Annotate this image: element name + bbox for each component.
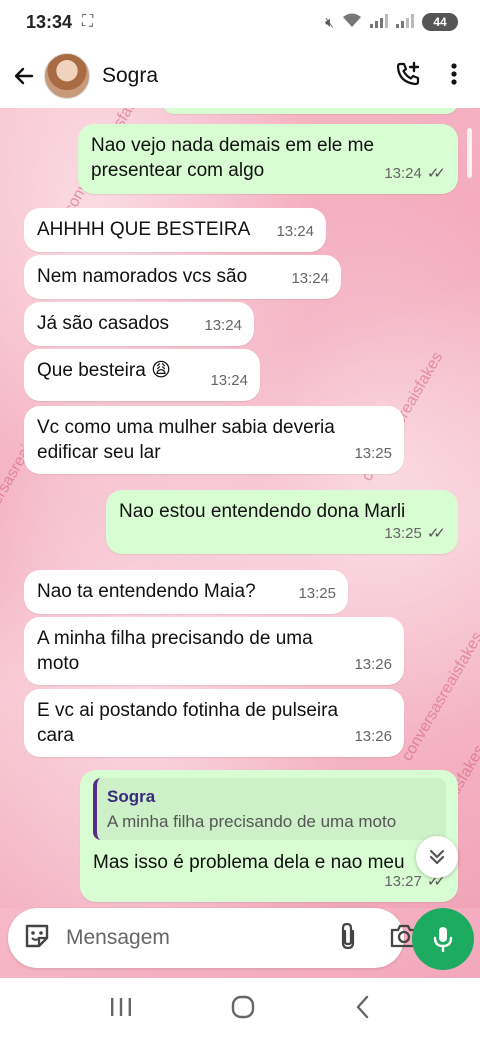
message-bubble-outgoing-reply[interactable]: Sogra A minha filha precisando de uma mo… [80, 770, 458, 902]
message-time: 13:24 [384, 165, 422, 182]
screen-record-icon: ⛶ [82, 13, 94, 30]
message-bubble-incoming[interactable]: E vc ai postando fotinha de pulseira car… [24, 689, 404, 757]
contact-name[interactable]: Sogra [102, 64, 158, 88]
message-text: AHHHH QUE BESTEIRA [37, 219, 251, 240]
sticker-icon[interactable] [22, 921, 52, 956]
message-text: Já são casados [37, 313, 170, 334]
arrow-left-icon[interactable] [10, 62, 38, 90]
add-call-icon[interactable] [394, 60, 422, 93]
wifi-icon [342, 13, 362, 32]
message-input[interactable] [66, 926, 337, 950]
message-bubble-incoming[interactable]: Nao ta entendendo Maia? 13:25 [24, 570, 348, 614]
double-chevron-down-icon[interactable] [416, 836, 458, 878]
message-text: Nao estou entendendo dona Marli [119, 501, 406, 522]
message-text: E vc ai postando fotinha de pulseira car… [37, 700, 339, 746]
home-icon[interactable] [230, 994, 256, 1025]
message-bubble-incoming[interactable]: Nem namorados vcs são 13:24 [24, 255, 341, 299]
message-time: 13:24 [291, 270, 329, 287]
quoted-message[interactable]: Sogra A minha filha precisando de uma mo… [93, 778, 446, 840]
message-time: 13:26 [354, 728, 392, 745]
quoted-text: A minha filha precisando de uma moto [107, 812, 397, 831]
composer [0, 908, 480, 970]
status-icons: 🔇︎ 44 [325, 13, 458, 32]
contact-avatar[interactable] [44, 53, 90, 99]
message-text: A minha filha precisando de uma moto [37, 628, 313, 674]
paperclip-icon[interactable] [337, 921, 359, 956]
message-text: Nao vejo nada demais em ele me presentea… [91, 135, 375, 181]
message-time: 13:25 [354, 445, 392, 462]
microphone-icon[interactable] [412, 908, 474, 970]
message-bubble-partial [162, 108, 458, 114]
message-time: 13:25 [384, 525, 422, 542]
message-time: 13:24 [210, 372, 248, 389]
more-vertical-icon[interactable] [450, 62, 458, 91]
status-time: 13:34 [26, 11, 73, 32]
message-text: Nem namorados vcs são [37, 266, 248, 287]
signal-icon [370, 13, 388, 31]
message-bubble-outgoing[interactable]: Nao estou entendendo dona Marli 13:25 ✓✓ [106, 490, 458, 554]
system-nav-bar [0, 978, 480, 1040]
battery-icon: 44 [422, 13, 458, 31]
signal-icon-2 [396, 13, 414, 31]
message-bubble-incoming[interactable]: A minha filha precisando de uma moto 13:… [24, 617, 404, 685]
message-bubble-incoming[interactable]: Que besteira 😩 13:24 [24, 349, 260, 401]
message-time: 13:25 [298, 585, 336, 602]
message-time: 13:26 [354, 656, 392, 673]
watermark-text: conversasreaisfakes [398, 629, 480, 765]
header-actions [394, 60, 470, 93]
message-text: Mas isso é problema dela e nao meu [93, 852, 405, 873]
message-bubble-incoming[interactable]: Já são casados 13:24 [24, 302, 254, 346]
message-bubble-incoming[interactable]: Vc como uma mulher sabia deveria edifica… [24, 406, 404, 474]
recent-apps-icon[interactable] [109, 996, 133, 1023]
message-time: 13:24 [276, 223, 314, 240]
message-text: Vc como uma mulher sabia deveria edifica… [37, 417, 335, 463]
message-text: Nao ta entendendo Maia? [37, 581, 256, 602]
read-ticks-icon: ✓✓ [426, 165, 446, 182]
back-nav-icon[interactable] [353, 994, 371, 1025]
quoted-sender: Sogra [107, 787, 156, 806]
message-time: 13:27 [384, 873, 422, 890]
mute-icon: 🔇︎ [325, 13, 334, 30]
read-ticks-icon: ✓✓ [426, 525, 446, 542]
chat-area[interactable]: @conversasreaisfakes conversasreaisfakes… [0, 108, 480, 908]
message-bubble-outgoing[interactable]: Nao vejo nada demais em ele me presentea… [78, 124, 458, 194]
scrollbar-thumb[interactable] [467, 128, 472, 178]
message-bubble-incoming[interactable]: AHHHH QUE BESTEIRA 13:24 [24, 208, 326, 252]
message-time: 13:24 [204, 317, 242, 334]
status-bar: 13:34 ⛶ 🔇︎ 44 [0, 0, 480, 44]
message-composer [8, 908, 418, 968]
chat-header: Sogra [0, 44, 480, 108]
message-text: Que besteira 😩 [37, 360, 171, 381]
